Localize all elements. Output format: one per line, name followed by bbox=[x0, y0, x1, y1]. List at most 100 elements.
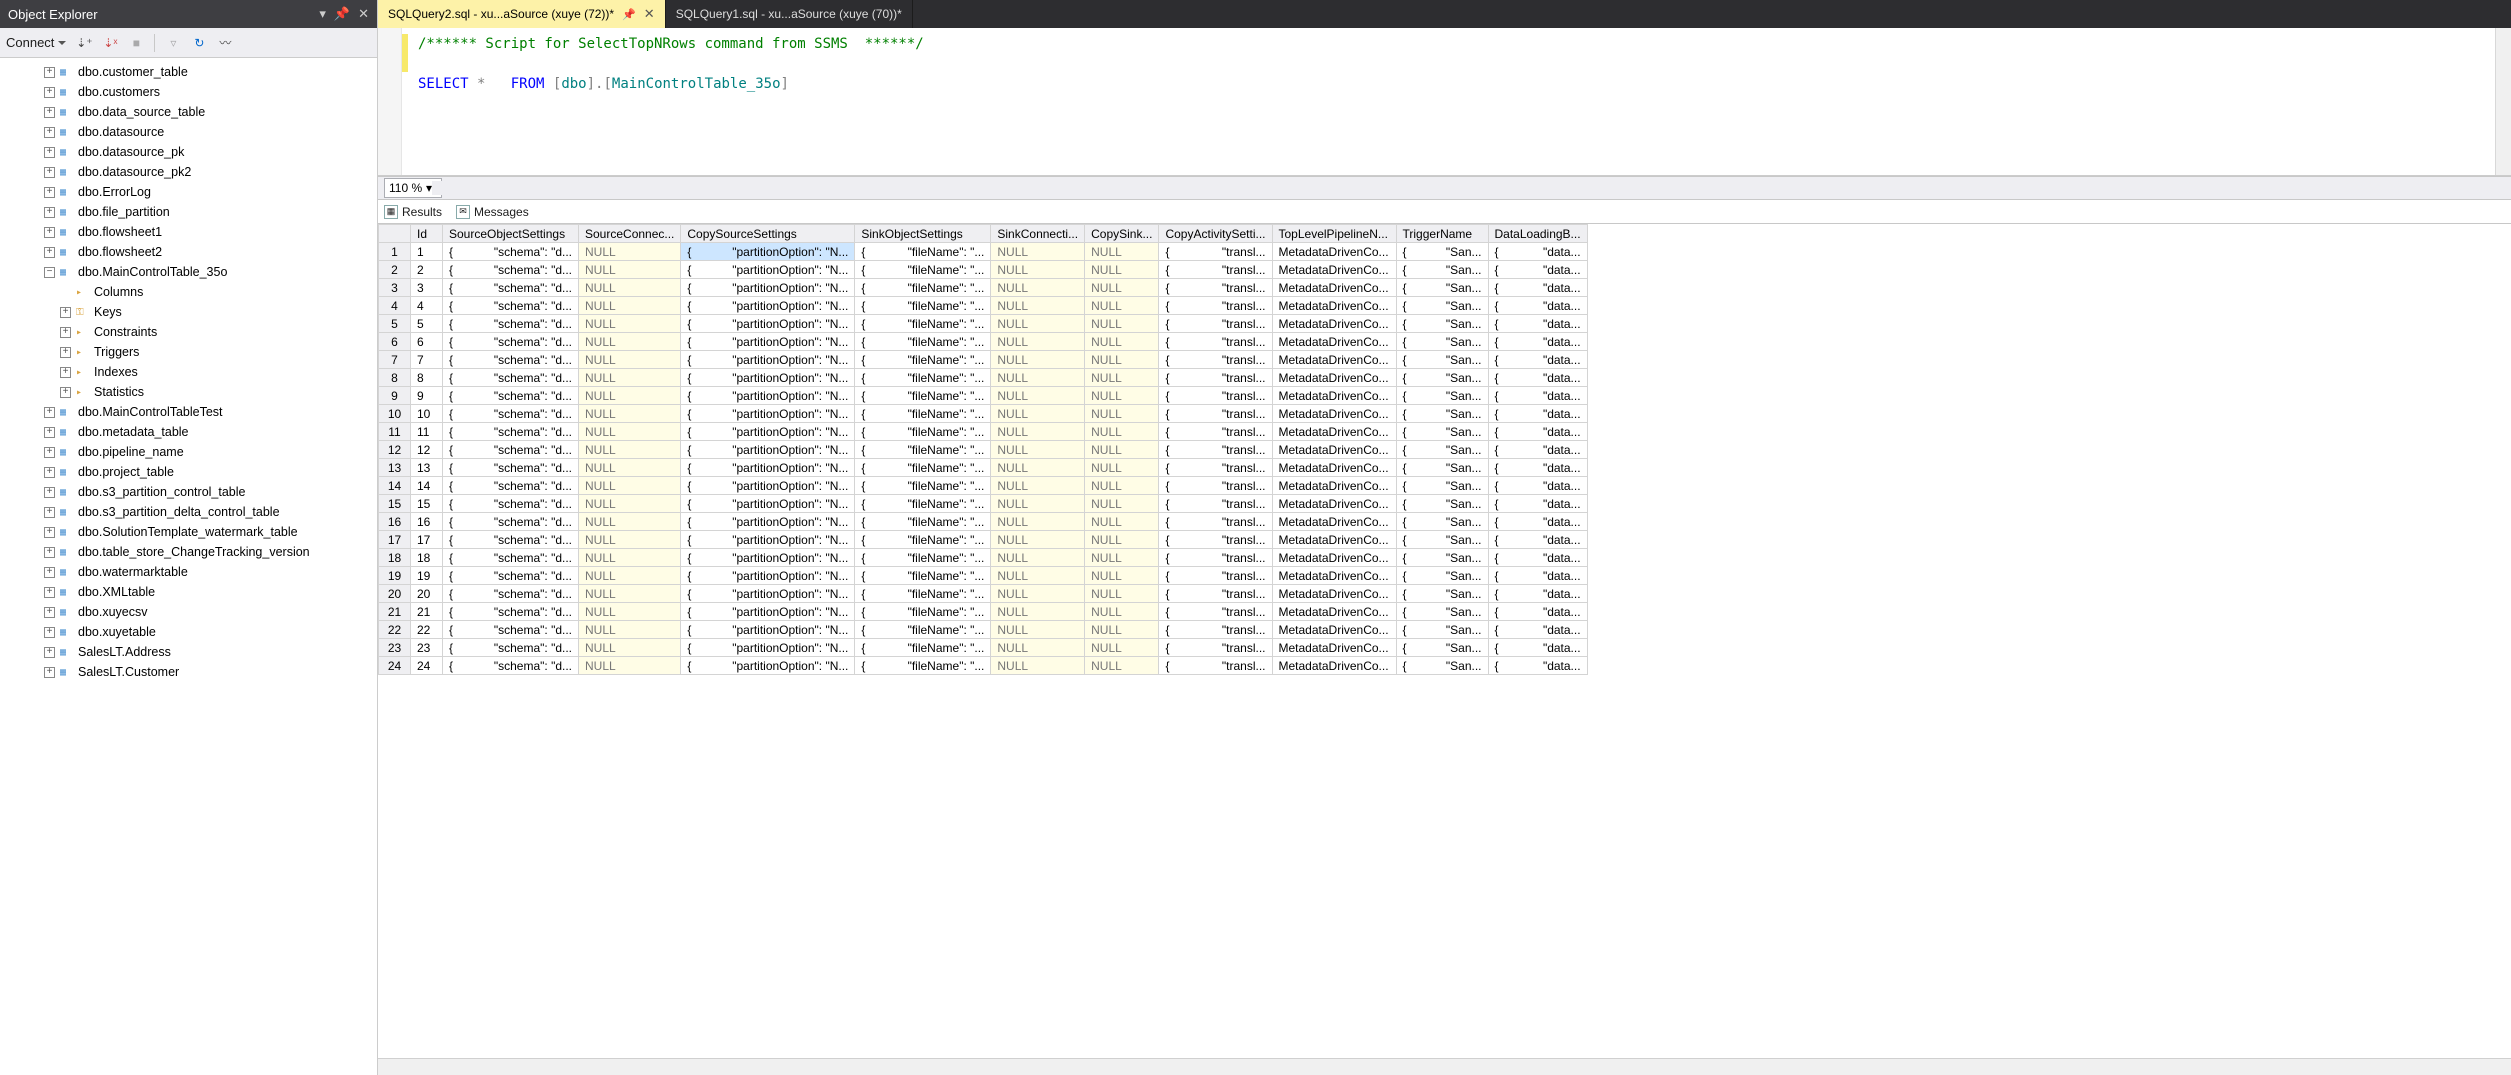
dropdown-icon[interactable]: ▾ bbox=[319, 6, 326, 22]
cell[interactable]: {"San... bbox=[1396, 621, 1488, 639]
cell[interactable]: NULL bbox=[579, 657, 681, 675]
cell[interactable]: {"partitionOption": "N... bbox=[681, 603, 855, 621]
cell[interactable]: {"transl... bbox=[1159, 477, 1272, 495]
cell[interactable]: {"fileName": "... bbox=[855, 369, 991, 387]
cell[interactable]: {"fileName": "... bbox=[855, 567, 991, 585]
cell[interactable]: NULL bbox=[579, 423, 681, 441]
col-copy-sink[interactable]: CopySink... bbox=[1085, 225, 1159, 243]
cell[interactable]: {"fileName": "... bbox=[855, 549, 991, 567]
tree-item[interactable]: +dbo.project_table bbox=[0, 462, 377, 482]
cell[interactable]: {"schema": "d... bbox=[443, 513, 579, 531]
table-row[interactable]: 1818{"schema": "d...NULL{"partitionOptio… bbox=[379, 549, 1588, 567]
cell[interactable]: {"fileName": "... bbox=[855, 261, 991, 279]
expander-icon[interactable]: + bbox=[44, 467, 55, 478]
cell[interactable]: {"San... bbox=[1396, 531, 1488, 549]
expander-icon[interactable]: + bbox=[44, 127, 55, 138]
cell[interactable]: NULL bbox=[991, 423, 1085, 441]
cell[interactable]: NULL bbox=[1085, 531, 1159, 549]
cell[interactable]: NULL bbox=[579, 549, 681, 567]
cell[interactable]: {"transl... bbox=[1159, 297, 1272, 315]
table-row[interactable]: 1313{"schema": "d...NULL{"partitionOptio… bbox=[379, 459, 1588, 477]
cell[interactable]: {"transl... bbox=[1159, 495, 1272, 513]
cell[interactable]: {"transl... bbox=[1159, 279, 1272, 297]
cell[interactable]: {"schema": "d... bbox=[443, 369, 579, 387]
cell[interactable]: NULL bbox=[991, 441, 1085, 459]
cell[interactable]: {"data... bbox=[1488, 315, 1587, 333]
cell[interactable]: 2 bbox=[411, 261, 443, 279]
cell[interactable]: MetadataDrivenCo... bbox=[1272, 297, 1396, 315]
cell[interactable]: NULL bbox=[579, 639, 681, 657]
cell[interactable]: {"San... bbox=[1396, 495, 1488, 513]
table-row[interactable]: 66{"schema": "d...NULL{"partitionOption"… bbox=[379, 333, 1588, 351]
cell[interactable]: {"data... bbox=[1488, 657, 1587, 675]
cell[interactable]: 16 bbox=[379, 513, 411, 531]
cell[interactable]: NULL bbox=[579, 621, 681, 639]
cell[interactable]: {"partitionOption": "N... bbox=[681, 441, 855, 459]
cell[interactable]: NULL bbox=[991, 351, 1085, 369]
tree-item[interactable]: +dbo.xuyecsv bbox=[0, 602, 377, 622]
cell[interactable]: 10 bbox=[379, 405, 411, 423]
cell[interactable]: MetadataDrivenCo... bbox=[1272, 495, 1396, 513]
cell[interactable]: {"San... bbox=[1396, 603, 1488, 621]
cell[interactable]: MetadataDrivenCo... bbox=[1272, 261, 1396, 279]
cell[interactable]: NULL bbox=[1085, 657, 1159, 675]
cell[interactable]: MetadataDrivenCo... bbox=[1272, 351, 1396, 369]
cell[interactable]: NULL bbox=[1085, 585, 1159, 603]
editor-scrollbar[interactable] bbox=[2495, 28, 2511, 175]
cell[interactable]: 7 bbox=[411, 351, 443, 369]
cell[interactable]: NULL bbox=[1085, 477, 1159, 495]
cell[interactable]: {"schema": "d... bbox=[443, 441, 579, 459]
expander-icon[interactable]: + bbox=[44, 667, 55, 678]
cell[interactable]: {"transl... bbox=[1159, 567, 1272, 585]
cell[interactable]: {"partitionOption": "N... bbox=[681, 333, 855, 351]
cell[interactable]: 1 bbox=[411, 243, 443, 261]
tree-item[interactable]: +Indexes bbox=[0, 362, 377, 382]
cell[interactable]: 1 bbox=[379, 243, 411, 261]
results-grid-wrap[interactable]: Id SourceObjectSettings SourceConnec... … bbox=[378, 224, 2511, 1058]
cell[interactable]: {"San... bbox=[1396, 513, 1488, 531]
cell[interactable]: {"fileName": "... bbox=[855, 243, 991, 261]
cell[interactable]: NULL bbox=[1085, 459, 1159, 477]
cell[interactable]: 23 bbox=[411, 639, 443, 657]
cell[interactable]: NULL bbox=[579, 333, 681, 351]
cell[interactable]: {"fileName": "... bbox=[855, 621, 991, 639]
cell[interactable]: {"partitionOption": "N... bbox=[681, 351, 855, 369]
tree-item[interactable]: +dbo.data_source_table bbox=[0, 102, 377, 122]
cell[interactable]: {"data... bbox=[1488, 441, 1587, 459]
cell[interactable]: {"transl... bbox=[1159, 423, 1272, 441]
cell[interactable]: {"data... bbox=[1488, 243, 1587, 261]
cell[interactable]: {"transl... bbox=[1159, 369, 1272, 387]
tree-item[interactable]: +dbo.flowsheet2 bbox=[0, 242, 377, 262]
expander-icon[interactable]: + bbox=[44, 647, 55, 658]
cell[interactable]: NULL bbox=[579, 531, 681, 549]
cell[interactable]: NULL bbox=[1085, 243, 1159, 261]
table-row[interactable]: 1414{"schema": "d...NULL{"partitionOptio… bbox=[379, 477, 1588, 495]
cell[interactable]: 14 bbox=[379, 477, 411, 495]
expander-icon[interactable]: + bbox=[44, 207, 55, 218]
cell[interactable]: {"transl... bbox=[1159, 315, 1272, 333]
expander-icon[interactable]: − bbox=[44, 267, 55, 278]
cell[interactable]: NULL bbox=[579, 297, 681, 315]
cell[interactable]: 15 bbox=[411, 495, 443, 513]
cell[interactable]: {"fileName": "... bbox=[855, 495, 991, 513]
cell[interactable]: NULL bbox=[579, 405, 681, 423]
cell[interactable]: MetadataDrivenCo... bbox=[1272, 459, 1396, 477]
col-trigger-name[interactable]: TriggerName bbox=[1396, 225, 1488, 243]
expander-icon[interactable]: + bbox=[44, 187, 55, 198]
cell[interactable]: {"partitionOption": "N... bbox=[681, 567, 855, 585]
expander-icon[interactable]: + bbox=[60, 367, 71, 378]
tab-sqlquery2[interactable]: SQLQuery2.sql - xu...aSource (xuye (72))… bbox=[378, 0, 666, 28]
cell[interactable]: 12 bbox=[379, 441, 411, 459]
tree-item[interactable]: Columns bbox=[0, 282, 377, 302]
cell[interactable]: {"transl... bbox=[1159, 639, 1272, 657]
cell[interactable]: {"partitionOption": "N... bbox=[681, 585, 855, 603]
cell[interactable]: MetadataDrivenCo... bbox=[1272, 657, 1396, 675]
col-source-connection[interactable]: SourceConnec... bbox=[579, 225, 681, 243]
cell[interactable]: NULL bbox=[579, 351, 681, 369]
cell[interactable]: {"fileName": "... bbox=[855, 315, 991, 333]
cell[interactable]: {"schema": "d... bbox=[443, 387, 579, 405]
cell[interactable]: NULL bbox=[991, 513, 1085, 531]
cell[interactable]: {"partitionOption": "N... bbox=[681, 315, 855, 333]
table-row[interactable]: 11{"schema": "d...NULL{"partitionOption"… bbox=[379, 243, 1588, 261]
col-rownum[interactable] bbox=[379, 225, 411, 243]
